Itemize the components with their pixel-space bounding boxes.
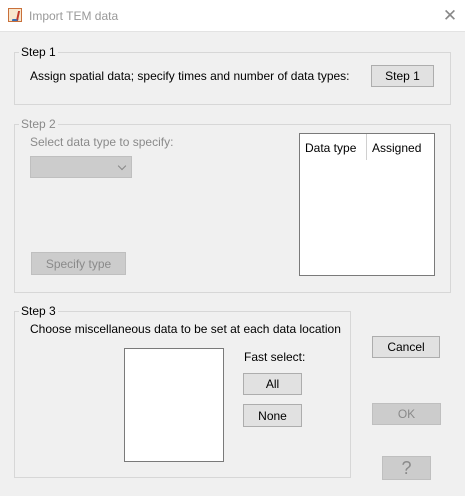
ok-button[interactable]: OK	[372, 403, 441, 425]
step1-button[interactable]: Step 1	[371, 65, 434, 87]
column-header-assigned[interactable]: Assigned	[367, 134, 434, 160]
select-none-button[interactable]: None	[243, 404, 302, 427]
step1-legend: Step 1	[21, 45, 56, 59]
step2-legend: Step 2	[21, 117, 56, 131]
select-data-type-label: Select data type to specify:	[30, 135, 174, 149]
step3-description: Choose miscellaneous data to be set at e…	[30, 322, 341, 336]
column-header-data-type[interactable]: Data type	[300, 134, 367, 160]
chevron-down-icon	[117, 161, 127, 171]
step3-legend: Step 3	[21, 304, 56, 318]
title-bar: Import TEM data ✕	[0, 0, 465, 32]
window-title: Import TEM data	[29, 9, 119, 23]
fast-select-label: Fast select:	[244, 350, 306, 364]
step1-description: Assign spatial data; specify times and n…	[30, 69, 350, 83]
help-button[interactable]: ?	[382, 456, 431, 480]
cancel-button[interactable]: Cancel	[372, 336, 440, 358]
data-type-table[interactable]: Data type Assigned	[299, 133, 435, 276]
data-type-dropdown[interactable]	[30, 156, 132, 178]
select-all-button[interactable]: All	[243, 373, 302, 395]
close-icon[interactable]: ✕	[441, 7, 459, 25]
specify-type-button[interactable]: Specify type	[31, 252, 126, 275]
misc-data-list[interactable]	[124, 348, 224, 462]
java-icon	[8, 8, 22, 22]
